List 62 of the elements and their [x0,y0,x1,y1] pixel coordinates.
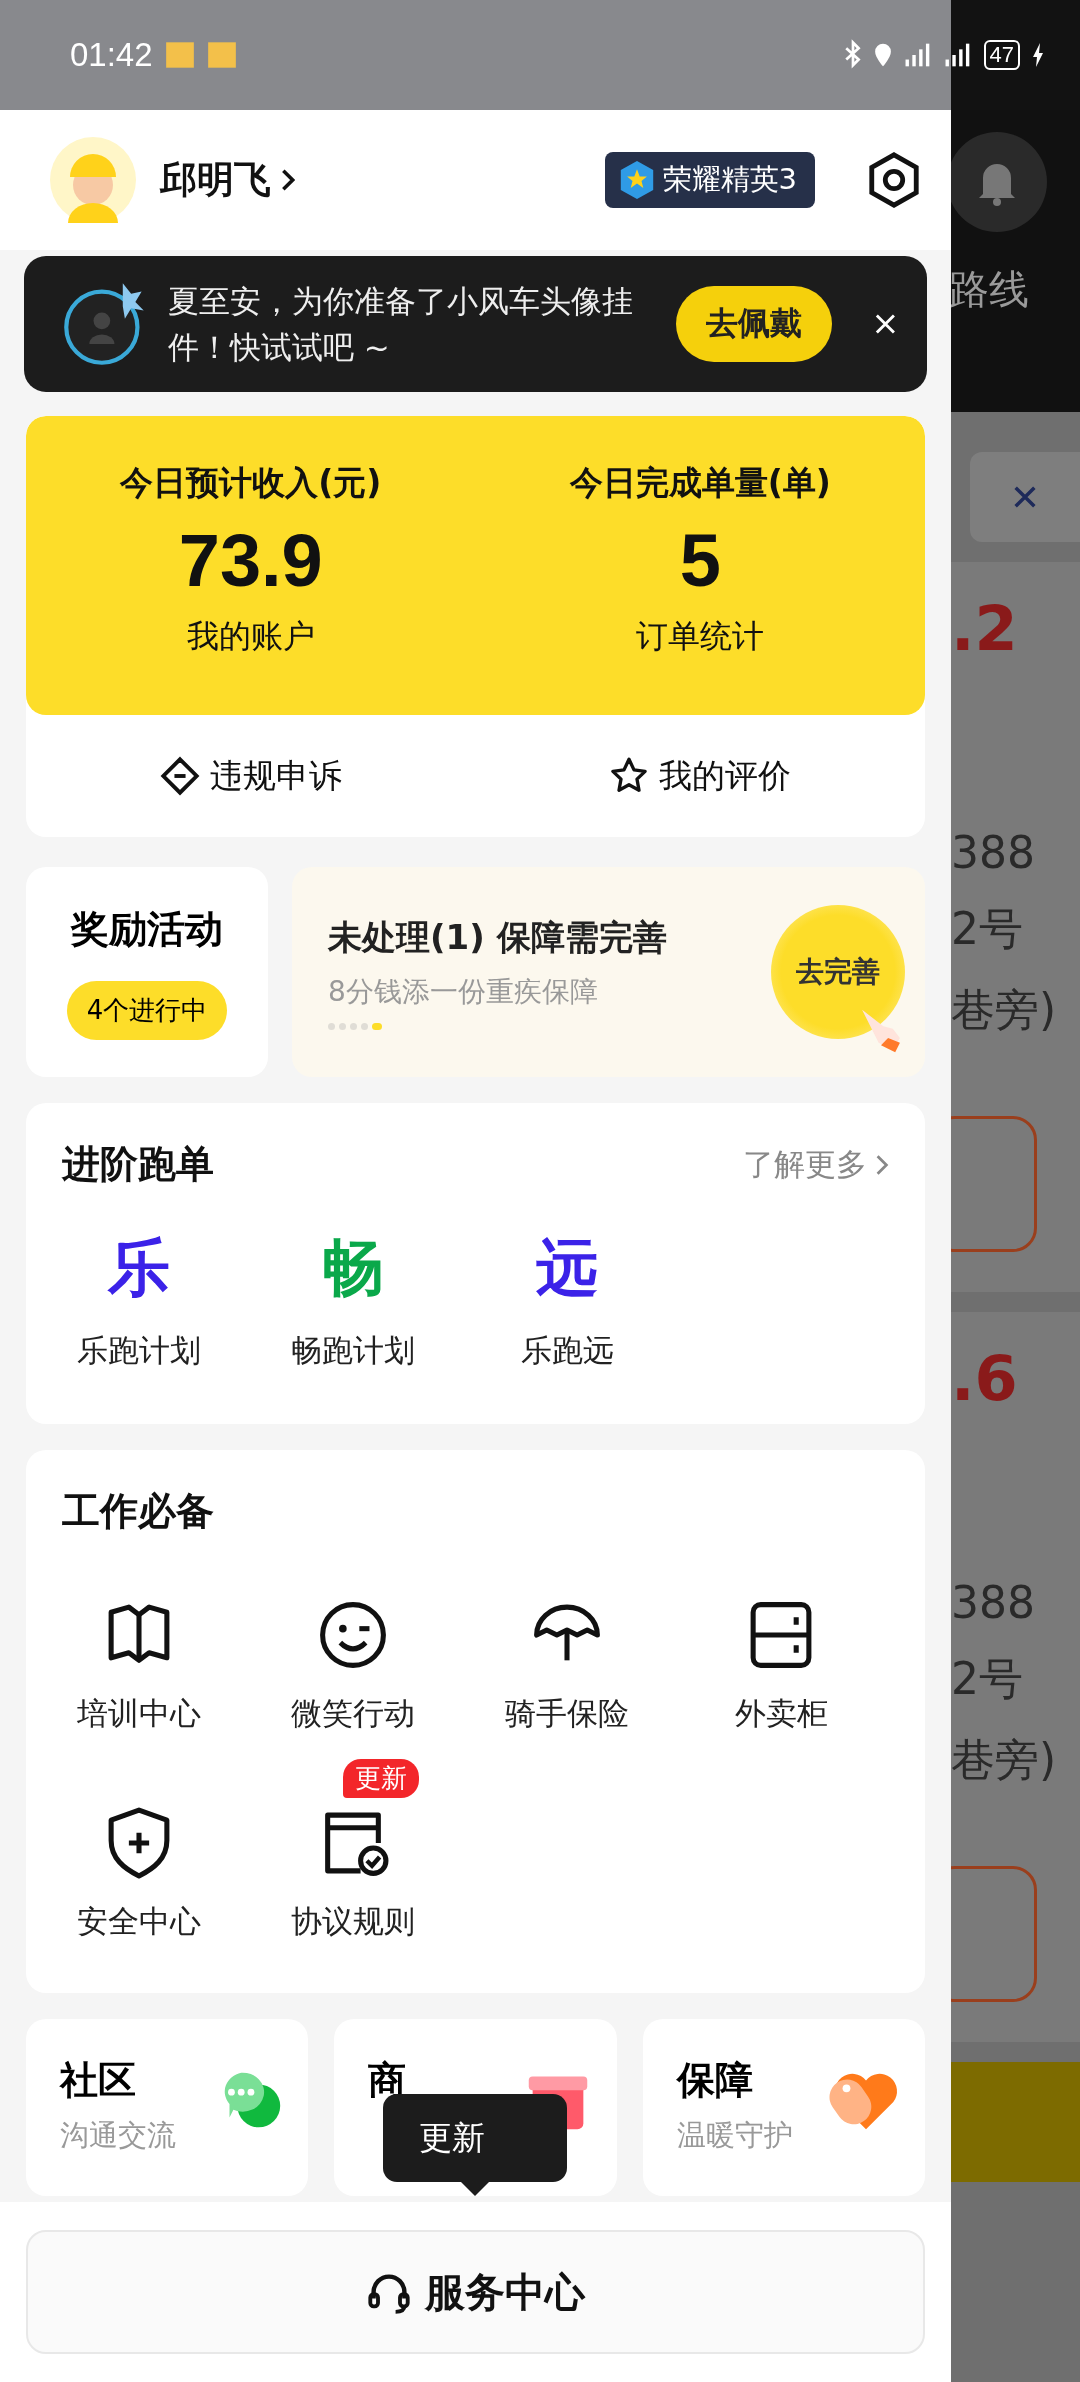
order-amount: .2 [951,592,1019,665]
order-text: 2号 [951,1652,1024,1706]
order-text: 388 [951,1577,1036,1628]
diamond-icon [159,756,200,797]
shortcut-subtitle: 沟通交流 [60,2117,177,2155]
star-icon [618,160,655,200]
promo-title: 未处理(1) 保障需完善 [328,915,668,959]
user-name[interactable]: 邱明飞 [160,155,271,205]
update-tooltip: 更新 [383,2094,567,2182]
wear-button[interactable]: 去佩戴 [676,286,833,362]
plan-label[interactable]: 畅跑计划 [291,1330,415,1373]
section-title: 工作必备 [62,1489,214,1534]
tool-label[interactable]: 培训中心 [77,1693,201,1736]
plan-label[interactable]: 乐跑计划 [77,1330,201,1373]
section-title: 进阶跑单 [62,1141,214,1189]
order-text: 388 [951,827,1036,878]
rewards-card[interactable]: 奖励活动 4个进行中 [26,867,268,1078]
rewards-badge: 4个进行中 [66,981,228,1041]
plan-glyph[interactable]: 远 [536,1226,598,1311]
rewards-title: 奖励活动 [71,906,223,954]
shortcut-card[interactable]: 社区 沟通交流 [26,2019,309,2197]
promo-card[interactable]: 未处理(1) 保障需完善 8分钱添一份重疾保障 去完善 [292,867,925,1078]
shortcut-title: 社区 [60,2057,137,2105]
app-notification-icon [164,40,195,70]
plan-glyph[interactable]: 乐 [108,1226,170,1311]
tool-label[interactable]: 微笑行动 [291,1693,415,1736]
stat-label: 今日预计收入(元) [120,462,382,504]
stat-value: 5 [679,517,721,604]
charging-icon [1032,42,1044,68]
tool-label[interactable]: 外卖柜 [734,1693,828,1736]
shortcut-card[interactable]: 保障 温暖守护 [642,2019,925,2197]
battery-level: 47 [983,40,1020,70]
tool-label[interactable]: 协议规则 [291,1901,415,1944]
banner-text: 夏至安，为你准备了小风车头像挂件！快试试吧 ~ [168,282,634,367]
stat-label: 今日完成单量(单) [569,462,831,504]
chevron-icon [875,1153,889,1176]
stat-link[interactable]: 我的账户 [186,615,315,660]
action-link[interactable]: 我的评价 [659,753,792,799]
order-amount: .6 [951,1342,1019,1415]
more-link[interactable]: 了解更多 [743,1143,867,1186]
tool-label[interactable]: 骑手保险 [505,1693,629,1736]
tool-label[interactable]: 安全中心 [77,1901,201,1944]
stat-link[interactable]: 订单统计 [636,615,765,660]
shortcut-title: 保障 [676,2057,754,2105]
order-text: 2号 [951,902,1024,956]
plan-label[interactable]: 乐跑远 [520,1330,614,1373]
order-text: 巷旁) [951,1733,1058,1787]
complete-button[interactable]: 去完善 [771,905,905,1040]
stat-value: 73.9 [178,517,323,604]
bell-icon[interactable] [951,132,1047,232]
shortcut-subtitle: 温暖守护 [676,2117,794,2155]
app-notification-icon [206,40,237,70]
chevron-icon [281,168,295,192]
service-center-button[interactable]: 服务中心 [26,2230,925,2354]
level-text: 荣耀精英3 [662,161,797,198]
tooltip-pointer [461,2182,489,2196]
status-time: 01:42 [70,36,153,74]
promo-subtitle: 8分钱添一份重疾保障 [328,973,599,1010]
order-text: 巷旁) [951,983,1058,1037]
action-link[interactable]: 违规申诉 [209,753,342,799]
level-badge[interactable]: 荣耀精英3 [604,152,815,208]
update-badge: 更新 [343,1759,419,1799]
